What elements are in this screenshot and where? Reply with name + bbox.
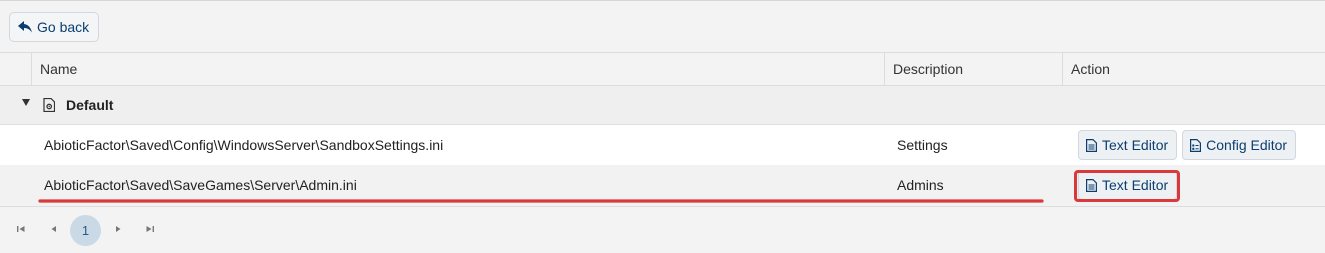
- text-editor-label: Text Editor: [1102, 137, 1169, 153]
- go-back-label: Go back: [37, 19, 90, 35]
- files-table: Name Description Action Default AbioticF…: [0, 52, 1325, 205]
- column-header-action: Action: [1071, 61, 1110, 77]
- file-name-cell: AbioticFactor\Saved\Config\WindowsServer…: [44, 137, 444, 153]
- actions-cell: Text Editor Config Editor: [1078, 125, 1297, 165]
- next-page-button[interactable]: [110, 221, 126, 237]
- page-first-icon: [17, 226, 25, 232]
- file-text-icon: [1086, 138, 1097, 152]
- file-config-icon: [1190, 138, 1202, 152]
- column-header-description[interactable]: Description: [885, 53, 963, 86]
- table-row: AbioticFactor\Saved\Config\WindowsServer…: [0, 125, 1325, 165]
- config-editor-button[interactable]: Config Editor: [1182, 130, 1297, 160]
- column-header-name[interactable]: Name: [32, 53, 77, 86]
- page-number-button[interactable]: 1: [70, 215, 101, 246]
- group-row-default[interactable]: Default: [0, 86, 1325, 125]
- file-name-cell: AbioticFactor\Saved\SaveGames\Server\Adm…: [44, 177, 357, 193]
- file-description-cell: Admins: [897, 177, 944, 193]
- group-label: Default: [66, 97, 114, 113]
- file-description-cell: Settings: [897, 137, 948, 153]
- go-back-button[interactable]: Go back: [9, 12, 100, 42]
- config-editor-label: Config Editor: [1206, 137, 1288, 153]
- pagination: 1: [0, 206, 1325, 253]
- page-prev-icon: [51, 226, 56, 232]
- text-editor-button[interactable]: Text Editor: [1078, 130, 1178, 160]
- file-settings-icon: [43, 98, 55, 112]
- text-editor-label: Text Editor: [1102, 177, 1169, 193]
- text-editor-button[interactable]: Text Editor: [1078, 170, 1178, 200]
- toolbar: Go back: [0, 0, 1325, 52]
- reply-arrow-icon: [18, 21, 32, 33]
- first-page-button[interactable]: [13, 221, 29, 237]
- previous-page-button[interactable]: [46, 221, 62, 237]
- file-text-icon: [1086, 178, 1097, 192]
- actions-cell: Text Editor: [1078, 165, 1178, 205]
- table-header: Name Description Action: [0, 52, 1325, 86]
- table-row: AbioticFactor\Saved\SaveGames\Server\Adm…: [0, 165, 1325, 205]
- page-next-icon: [116, 226, 121, 232]
- collapse-caret-icon[interactable]: [22, 99, 30, 106]
- page-last-icon: [146, 226, 154, 232]
- last-page-button[interactable]: [142, 221, 158, 237]
